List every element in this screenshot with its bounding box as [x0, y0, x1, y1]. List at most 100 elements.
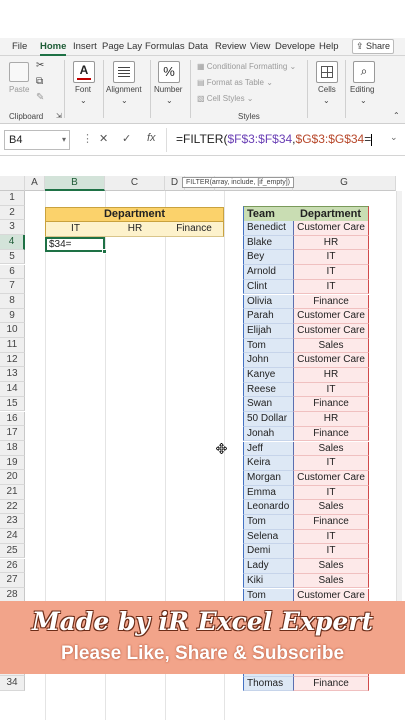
team-cell[interactable]: Tom	[243, 515, 293, 530]
tab-review[interactable]: Review	[215, 41, 246, 52]
team-cell[interactable]: Leonardo	[243, 500, 293, 515]
fill-handle[interactable]	[102, 249, 107, 254]
department-cell[interactable]: Sales	[293, 500, 369, 515]
row-header[interactable]: 20	[0, 470, 25, 485]
row-header[interactable]: 15	[0, 396, 25, 412]
team-cell[interactable]: Swan	[243, 397, 293, 413]
row-header[interactable]: 25	[0, 543, 25, 559]
clipboard-launcher-icon[interactable]: ⇲	[56, 112, 62, 120]
department-cell[interactable]: IT	[293, 250, 369, 266]
row-header[interactable]: 27	[0, 573, 25, 588]
department-cell[interactable]: HR	[293, 412, 369, 427]
row-header[interactable]: 5	[0, 249, 25, 265]
team-cell[interactable]: Kiki	[243, 573, 293, 589]
team-cell[interactable]: Arnold	[243, 265, 293, 280]
row-header[interactable]: 1	[0, 191, 25, 206]
row-header[interactable]: 12	[0, 352, 25, 368]
team-cell[interactable]: Olivia	[243, 294, 293, 310]
cut-icon[interactable]: ✂	[36, 60, 44, 71]
font-icon[interactable]: A	[73, 61, 95, 83]
tab-formulas[interactable]: Formulas	[145, 41, 185, 52]
row-header[interactable]: 24	[0, 529, 25, 544]
number-format-icon[interactable]: %	[158, 61, 180, 83]
conditional-formatting-button[interactable]: ▦ Conditional Formatting ⌄	[197, 62, 296, 71]
department-cell[interactable]: Finance	[293, 397, 369, 413]
name-box-dropdown-icon[interactable]: ▾	[62, 131, 66, 149]
team-cell[interactable]: Demi	[243, 544, 293, 560]
team-cell[interactable]: John	[243, 353, 293, 368]
department-cell[interactable]: Customer Care	[293, 221, 369, 236]
row-header[interactable]: 18	[0, 440, 25, 456]
team-cell[interactable]: Selena	[243, 529, 293, 545]
collapse-ribbon-icon[interactable]: ⌃	[393, 111, 400, 120]
team-cell[interactable]: Keira	[243, 456, 293, 471]
alignment-icon[interactable]	[113, 61, 135, 83]
row-header[interactable]: 34	[0, 676, 25, 691]
department-cell[interactable]: IT	[293, 485, 369, 501]
team-header[interactable]: Team	[243, 206, 293, 221]
row-header[interactable]: 2	[0, 205, 25, 221]
subheader-hr[interactable]: HR	[105, 222, 165, 237]
department-cell[interactable]: IT	[293, 279, 369, 295]
subheader-finance[interactable]: Finance	[165, 222, 224, 237]
row-header[interactable]: 13	[0, 367, 25, 383]
team-cell[interactable]: Parah	[243, 309, 293, 324]
subheader-it[interactable]: IT	[45, 222, 105, 237]
tab-home[interactable]: Home	[40, 41, 67, 56]
department-cell[interactable]: HR	[293, 368, 369, 383]
department-cell[interactable]: Customer Care	[293, 323, 369, 339]
team-cell[interactable]: Clint	[243, 279, 293, 295]
team-cell[interactable]: Emma	[243, 485, 293, 501]
editing-dropdown-icon[interactable]: ⌄	[360, 96, 367, 105]
tab-insert[interactable]: Insert	[73, 41, 97, 52]
department-cell[interactable]: Finance	[293, 515, 369, 530]
column-header-g[interactable]: G	[293, 176, 396, 191]
column-header-a[interactable]: A	[25, 176, 45, 191]
row-header[interactable]: 7	[0, 279, 25, 294]
tab-page-layout[interactable]: Page Layo	[102, 41, 142, 52]
row-header[interactable]: 23	[0, 514, 25, 530]
row-header[interactable]: 9	[0, 308, 25, 324]
alignment-dropdown-icon[interactable]: ⌄	[121, 96, 128, 105]
department-title-cell[interactable]: Department	[45, 207, 224, 222]
row-header[interactable]: 11	[0, 338, 25, 353]
active-cell-b4[interactable]: $34=	[45, 237, 105, 252]
row-header[interactable]: 22	[0, 499, 25, 515]
team-cell[interactable]: Kanye	[243, 368, 293, 383]
row-header[interactable]: 16	[0, 411, 25, 427]
team-cell[interactable]: Jeff	[243, 441, 293, 457]
department-cell[interactable]: Sales	[293, 573, 369, 589]
department-cell[interactable]: Finance	[293, 676, 369, 692]
department-cell[interactable]: Customer Care	[293, 309, 369, 324]
department-cell[interactable]: IT	[293, 382, 369, 398]
department-cell[interactable]: IT	[293, 544, 369, 560]
select-all-corner[interactable]	[0, 176, 25, 191]
row-header[interactable]: 21	[0, 485, 25, 500]
insert-function-icon[interactable]: fx	[147, 132, 156, 144]
cancel-icon[interactable]: ✕	[99, 132, 108, 145]
row-header[interactable]: 3	[0, 220, 25, 236]
tab-developer[interactable]: Develope	[275, 41, 315, 52]
more-options-icon[interactable]: ⋮	[82, 132, 93, 145]
department-header[interactable]: Department	[293, 206, 369, 221]
row-header[interactable]: 8	[0, 293, 25, 309]
editing-icon[interactable]: ⌕	[353, 61, 375, 83]
tab-help[interactable]: Help	[319, 41, 339, 52]
team-cell[interactable]: Bey	[243, 250, 293, 266]
name-box[interactable]: B4 ▾	[4, 130, 70, 150]
row-header[interactable]: 4	[0, 235, 25, 250]
department-cell[interactable]: Customer Care	[293, 353, 369, 368]
team-cell[interactable]: Blake	[243, 235, 293, 251]
department-cell[interactable]: IT	[293, 265, 369, 280]
row-header[interactable]: 19	[0, 455, 25, 471]
column-header-c[interactable]: C	[105, 176, 165, 191]
department-cell[interactable]: Sales	[293, 441, 369, 457]
enter-icon[interactable]: ✓	[122, 132, 131, 145]
cells-dropdown-icon[interactable]: ⌄	[323, 96, 330, 105]
team-cell[interactable]: Tom	[243, 338, 293, 354]
formula-input[interactable]: =FILTER($F$3:$F$34,$G$3:$G$34=	[176, 132, 373, 146]
expand-formula-bar-icon[interactable]: ⌄	[390, 132, 398, 143]
share-button[interactable]: ⇪ Share	[352, 39, 394, 54]
department-cell[interactable]: IT	[293, 456, 369, 471]
format-as-table-button[interactable]: ▤ Format as Table ⌄	[197, 78, 273, 87]
